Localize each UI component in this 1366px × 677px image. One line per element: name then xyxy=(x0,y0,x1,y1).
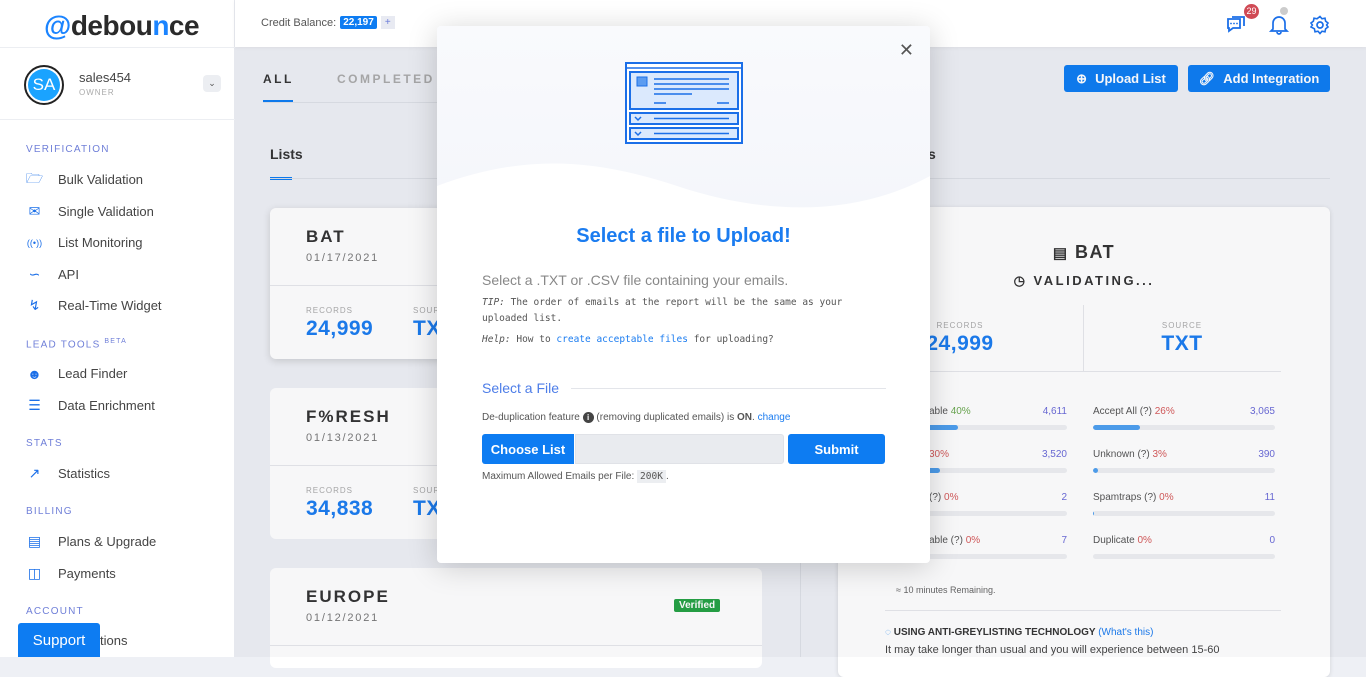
user-plus-icon: ☻ xyxy=(27,365,42,382)
divider xyxy=(0,119,235,120)
sidebar-item[interactable]: ▤ Plans & Upgrade xyxy=(26,533,156,550)
add-credit-button[interactable]: + xyxy=(380,16,395,29)
archive-icon: ▤ xyxy=(1052,245,1069,262)
avatar[interactable]: SA xyxy=(24,65,64,105)
time-remaining: ≈ 10 minutes Remaining. xyxy=(896,585,996,595)
dedup-info: De-duplication feature i (removing dupli… xyxy=(482,412,791,423)
change-dedup-link[interactable]: change xyxy=(758,412,791,423)
sidebar-item[interactable]: ☻ Lead Finder xyxy=(26,365,127,382)
acceptable-files-link[interactable]: create acceptable files xyxy=(556,334,688,345)
section-title: Select a File xyxy=(482,380,560,396)
add-integration-button[interactable]: 🔗︎ Add Integration xyxy=(1188,65,1330,92)
credit-value: 22,197 xyxy=(340,16,377,29)
gear-icon[interactable] xyxy=(1309,15,1330,40)
info-icon[interactable]: i xyxy=(582,412,594,423)
support-button[interactable]: Support xyxy=(18,623,100,657)
user-menu-chevron-down-icon[interactable]: ⌄ xyxy=(203,75,221,92)
tip-text: TIP: The order of emails at the report w… xyxy=(482,297,843,324)
sidebar-section-title: BILLING xyxy=(26,506,73,517)
status-badge: Verified xyxy=(674,599,721,612)
submit-button[interactable]: Submit xyxy=(788,434,885,464)
stat-progress-bar xyxy=(1093,425,1275,430)
stat-progress-bar xyxy=(1093,511,1275,516)
folder-plus-icon: 🗁︎ xyxy=(25,169,44,186)
stat-item: Accept All (?) 26% 3,065 xyxy=(1093,406,1275,430)
sidebar-section-title: STATS xyxy=(26,438,63,449)
sidebar-item[interactable]: 🗁︎ Bulk Validation xyxy=(25,169,143,188)
sidebar-item[interactable]: ◫ Payments xyxy=(26,565,116,582)
choose-list-button[interactable]: Choose List xyxy=(482,434,574,464)
link-icon: 🔗︎ xyxy=(1198,70,1216,86)
divider xyxy=(800,560,801,657)
upload-modal: ✕ Select a file to Upload! Select a .TXT… xyxy=(437,26,930,563)
logo[interactable]: @debounce xyxy=(44,10,200,42)
plus-circle-icon: ⊕ xyxy=(1076,70,1088,86)
stat-item: Spamtraps (?) 0% 11 xyxy=(1093,492,1275,516)
clock-icon: ◷ xyxy=(1013,273,1028,288)
list-card-europe[interactable]: EUROPE 01/12/2021 Verified xyxy=(270,568,762,668)
bolt-icon: ↯ xyxy=(28,297,41,313)
sidebar-item[interactable]: ↗ Statistics xyxy=(26,465,110,482)
divider xyxy=(571,388,886,389)
detail-status: VALIDATING... xyxy=(1033,273,1155,288)
sidebar-item[interactable]: ✉ Single Validation xyxy=(26,203,154,220)
file-name-field[interactable] xyxy=(575,434,784,464)
chart-icon: ↗ xyxy=(28,465,41,481)
credit-balance: Credit Balance: 22,197 + xyxy=(261,16,395,29)
divider xyxy=(270,645,762,646)
user-name: sales454 xyxy=(79,70,132,85)
clipboard-icon: ☰ xyxy=(28,397,41,413)
modal-title: Select a file to Upload! xyxy=(576,225,791,247)
max-emails-info: Maximum Allowed Emails per File: 200K. xyxy=(482,470,669,483)
tab-lists[interactable]: Lists xyxy=(270,146,303,162)
notification-dot xyxy=(1280,7,1288,15)
sidebar-section-title: VERIFICATION xyxy=(26,144,110,155)
divider xyxy=(885,610,1281,611)
envelope-at-icon: ✉ xyxy=(28,202,41,219)
messages-icon[interactable] xyxy=(1225,13,1247,41)
divider xyxy=(0,47,235,48)
inbox-icon: ▤ xyxy=(27,533,42,549)
tab-all[interactable]: ALL xyxy=(263,72,294,86)
stat-item: Unknown (?) 3% 390 xyxy=(1093,449,1275,473)
sidebar-item[interactable]: ↯ Real-Time Widget xyxy=(26,297,162,314)
api-icon: ∽ xyxy=(28,265,41,282)
broadcast-icon: ((•)) xyxy=(26,237,43,248)
whats-this-link[interactable]: (What's this) xyxy=(1098,627,1153,638)
divider xyxy=(263,102,443,103)
records-count: 34,838 xyxy=(306,497,374,520)
sidebar-item[interactable]: ((•)) List Monitoring xyxy=(26,234,143,251)
stat-progress-bar xyxy=(1093,554,1275,559)
spinner-icon: ◌ xyxy=(885,627,891,638)
messages-badge: 29 xyxy=(1244,4,1259,19)
tab-completed[interactable]: COMPLETED xyxy=(337,72,435,86)
detail-title: BAT xyxy=(1075,242,1116,262)
upload-illustration-icon xyxy=(625,62,743,144)
sidebar-item[interactable]: ☰ Data Enrichment xyxy=(26,397,155,414)
user-role: OWNER xyxy=(79,88,115,97)
stat-progress-bar xyxy=(1093,468,1275,473)
stat-item: Duplicate 0% 0 xyxy=(1093,535,1275,559)
sidebar-section-title: LEAD TOOLS BETA xyxy=(26,338,127,351)
sidebar-item[interactable]: tions xyxy=(100,633,127,648)
upload-list-button[interactable]: ⊕ Upload List xyxy=(1064,65,1178,92)
wallet-icon: ◫ xyxy=(27,565,42,581)
modal-description: Select a .TXT or .CSV file containing yo… xyxy=(482,272,789,288)
sidebar-item[interactable]: ∽ API xyxy=(26,266,79,283)
help-text: Help: How to create acceptable files for… xyxy=(482,334,774,345)
bell-icon[interactable] xyxy=(1268,13,1290,40)
wave-decoration xyxy=(437,163,930,266)
close-icon[interactable]: ✕ xyxy=(899,40,914,61)
sidebar: @debounce SA sales454 OWNER ⌄ VERIFICATI… xyxy=(0,0,235,657)
records-count: 24,999 xyxy=(306,317,374,340)
sidebar-section-title: ACCOUNT xyxy=(26,606,84,617)
